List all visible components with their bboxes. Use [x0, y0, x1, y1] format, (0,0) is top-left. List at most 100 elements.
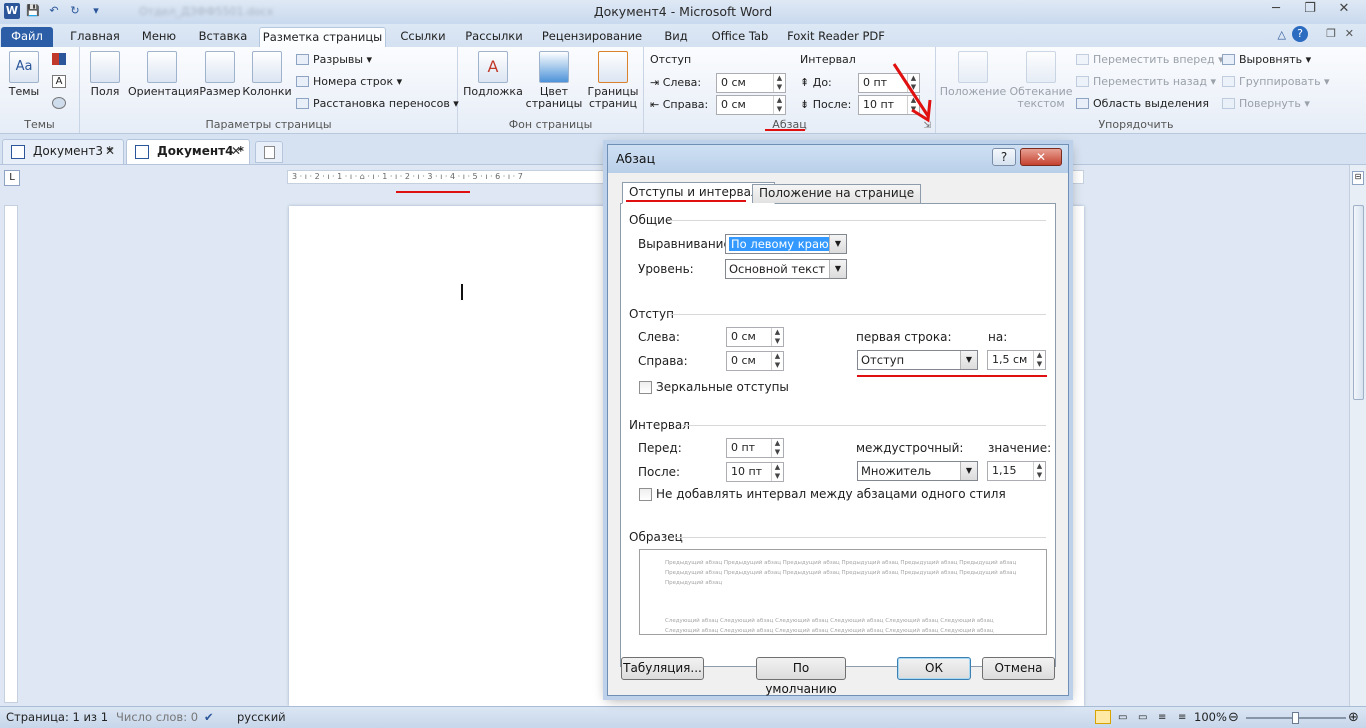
close-doc-icon[interactable]: ✕	[1345, 27, 1354, 40]
spin-arrows[interactable]: ▲ ▼	[771, 439, 783, 457]
indent-right-spinner[interactable]: 0 см ▲ ▼	[716, 95, 786, 115]
status-page[interactable]: Страница: 1 из 1	[6, 707, 108, 728]
spin-arrows[interactable]: ▲ ▼	[1033, 351, 1045, 369]
columns-button[interactable]: Колонки	[242, 51, 292, 98]
line-spacing-label: междустрочный:	[856, 441, 964, 455]
send-backward-button[interactable]: Переместить назад ▾	[1076, 72, 1216, 92]
ruler-toggle-icon[interactable]: ⊟	[1352, 171, 1364, 185]
margins-button[interactable]: Поля	[88, 51, 122, 98]
web-layout-view-icon[interactable]: ▭	[1138, 707, 1147, 728]
indent-left-spin-arrows[interactable]: ▲ ▼	[773, 74, 785, 92]
tab-view[interactable]: Вид	[656, 27, 696, 47]
tab-foxit[interactable]: Foxit Reader PDF	[784, 27, 888, 47]
theme-fonts-icon[interactable]: A	[52, 75, 66, 88]
status-zoom-level[interactable]: 100%	[1194, 707, 1227, 728]
doc-tab-document3[interactable]: Документ3 * ✕	[2, 139, 124, 164]
hyphenation-button[interactable]: Расстановка переносов ▾	[296, 94, 459, 114]
tab-review[interactable]: Рецензирование	[536, 27, 648, 47]
dialog-title: Абзац	[616, 151, 656, 166]
tab-selector-icon[interactable]: L	[4, 170, 20, 186]
outline-view-icon[interactable]: ≡	[1158, 707, 1166, 728]
new-tab-button[interactable]	[255, 141, 283, 163]
size-button[interactable]: Размер	[199, 51, 241, 98]
zoom-slider-thumb[interactable]	[1292, 712, 1299, 724]
page-color-button[interactable]: Цвет страницы	[524, 51, 584, 110]
close-tab-icon[interactable]: ✕	[105, 140, 115, 163]
group-objects-icon	[1222, 76, 1235, 87]
tab-home[interactable]: Главная	[64, 27, 126, 47]
tab-page-layout[interactable]: Разметка страницы	[259, 27, 386, 47]
spacing-before-dialog-spinner[interactable]: 0 пт ▲ ▼	[726, 438, 784, 458]
tab-insert[interactable]: Вставка	[192, 27, 254, 47]
tabs-button[interactable]: Табуляция...	[621, 657, 704, 680]
indent-right-dialog-spinner[interactable]: 0 см ▲ ▼	[726, 351, 784, 371]
outline-level-select[interactable]: Основной текст ▼	[725, 259, 847, 279]
tab-references[interactable]: Ссылки	[394, 27, 452, 47]
full-screen-view-icon[interactable]: ▭	[1118, 707, 1127, 728]
theme-effects-icon[interactable]	[52, 97, 66, 109]
indent-right-spin-arrows[interactable]: ▲ ▼	[773, 96, 785, 114]
position-button[interactable]: Положение	[938, 51, 1008, 98]
first-line-select[interactable]: Отступ ▼	[857, 350, 978, 370]
spelling-check-icon[interactable]: ✔	[204, 707, 214, 728]
new-document-icon	[263, 146, 275, 159]
doc-tab-document4[interactable]: Документ4 * ✕	[126, 139, 250, 164]
vertical-scrollbar[interactable]: ⊟	[1349, 165, 1366, 706]
section-indent-title: Отступ	[629, 307, 674, 321]
spin-arrows[interactable]: ▲ ▼	[771, 352, 783, 370]
spin-arrows[interactable]: ▲ ▼	[1033, 462, 1045, 480]
indent-left-spinner[interactable]: 0 см ▲ ▼	[716, 73, 786, 93]
theme-colors-icon[interactable]	[52, 53, 66, 65]
spin-arrows[interactable]: ▲ ▼	[771, 463, 783, 481]
mirror-indents-checkbox[interactable]	[639, 381, 652, 394]
align-button[interactable]: Выровнять ▾	[1222, 50, 1311, 70]
ok-button[interactable]: ОК	[897, 657, 971, 680]
wrap-text-button[interactable]: Обтекание текстом	[1008, 51, 1074, 110]
send-backward-label: Переместить назад	[1093, 75, 1207, 88]
selection-pane-button[interactable]: Область выделения	[1076, 94, 1209, 114]
maximize-button[interactable]: ❐	[1294, 0, 1326, 20]
close-window-button[interactable]: ✕	[1328, 0, 1360, 20]
line-spacing-select[interactable]: Множитель ▼	[857, 461, 978, 481]
spin-arrows[interactable]: ▲ ▼	[771, 328, 783, 346]
watermark-button[interactable]: A Подложка	[462, 51, 524, 98]
tab-office-tab[interactable]: Office Tab	[704, 27, 776, 47]
help-icon[interactable]: ?	[1292, 26, 1308, 42]
draft-view-icon[interactable]: ≡	[1178, 707, 1186, 728]
restore-doc-icon[interactable]: ❐	[1326, 27, 1336, 40]
bring-forward-button[interactable]: Переместить вперед ▾	[1076, 50, 1224, 70]
indent-left-dialog-spinner[interactable]: 0 см ▲ ▼	[726, 327, 784, 347]
dialog-help-button[interactable]: ?	[992, 148, 1016, 166]
print-layout-view-icon[interactable]	[1095, 710, 1111, 724]
rotate-button[interactable]: Повернуть ▾	[1222, 94, 1310, 114]
status-language[interactable]: русский	[237, 707, 286, 728]
cancel-button[interactable]: Отмена	[982, 657, 1055, 680]
tab-line-page-breaks[interactable]: Положение на странице	[752, 184, 922, 203]
tab-mailings[interactable]: Рассылки	[460, 27, 528, 47]
zoom-in-icon[interactable]: ⊕	[1348, 707, 1359, 728]
close-tab-icon[interactable]: ✕	[231, 140, 241, 163]
alignment-select[interactable]: По левому краю ▼	[725, 234, 847, 254]
breaks-button[interactable]: Разрывы ▾	[296, 50, 372, 70]
tab-file[interactable]: Файл	[1, 27, 53, 47]
group-objects-button[interactable]: Группировать ▾	[1222, 72, 1330, 92]
minimize-button[interactable]: ─	[1260, 0, 1292, 20]
indent-left-dialog-label: Слева:	[638, 330, 680, 344]
ribbon-collapse-icon[interactable]: △	[1278, 28, 1286, 41]
set-default-button[interactable]: По умолчанию	[756, 657, 846, 696]
chevron-down-icon: ▼	[829, 260, 846, 278]
tab-menu[interactable]: Меню	[134, 27, 184, 47]
dialog-close-button[interactable]: ✕	[1020, 148, 1062, 166]
page-borders-button[interactable]: Границы страниц	[584, 51, 642, 110]
no-space-same-style-checkbox[interactable]	[639, 488, 652, 501]
spacing-after-dialog-spinner[interactable]: 10 пт ▲ ▼	[726, 462, 784, 482]
scrollbar-thumb[interactable]	[1353, 205, 1364, 400]
orientation-button[interactable]: Ориентация	[128, 51, 199, 98]
line-spacing-at-spinner[interactable]: 1,15 ▲ ▼	[987, 461, 1046, 481]
themes-button[interactable]: Aa Темы	[6, 51, 42, 98]
line-numbers-button[interactable]: Номера строк ▾	[296, 72, 402, 92]
status-words[interactable]: Число слов: 0	[116, 707, 198, 728]
vertical-ruler[interactable]	[4, 205, 18, 703]
first-line-by-spinner[interactable]: 1,5 см ▲ ▼	[987, 350, 1046, 370]
zoom-out-icon[interactable]: ⊖	[1228, 707, 1239, 728]
